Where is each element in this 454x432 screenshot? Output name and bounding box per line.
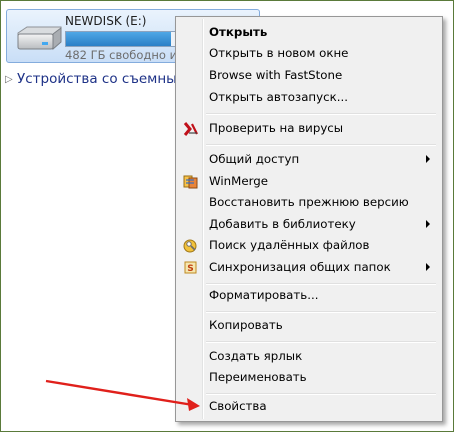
file-recovery-icon xyxy=(183,239,197,253)
drive-name: NEWDISK (E:) xyxy=(65,14,147,28)
menu-item-sharing[interactable]: Общий доступ xyxy=(178,149,438,170)
menu-item-properties[interactable]: Свойства xyxy=(178,396,438,417)
menu-item-label: Поиск удалённых файлов xyxy=(209,238,370,252)
menu-item-label: Добавить в библиотеку xyxy=(209,217,356,231)
submenu-arrow-icon xyxy=(426,263,430,271)
submenu-arrow-icon xyxy=(426,220,430,228)
menu-item-label: Открыть автозапуск... xyxy=(209,90,348,104)
drive-free-space: 482 ГБ свободно из xyxy=(65,48,184,62)
menu-item-rename[interactable]: Переименовать xyxy=(178,367,438,388)
expand-chevron-icon[interactable]: ▷ xyxy=(5,74,13,85)
menu-item-open-new-window[interactable]: Открыть в новом окне xyxy=(178,43,438,64)
menu-item-browse-faststone[interactable]: Browse with FastStone xyxy=(178,65,438,86)
menu-item-create-shortcut[interactable]: Создать ярлык xyxy=(178,346,438,367)
menu-item-label: WinMerge xyxy=(209,174,268,188)
screenshot-frame: NEWDISK (E:) 482 ГБ свободно из ▷ Устрой… xyxy=(0,0,454,432)
menu-item-label: Синхронизация общих папок xyxy=(209,260,391,274)
menu-item-label: Browse with FastStone xyxy=(209,68,343,82)
menu-item-autoplay[interactable]: Открыть автозапуск... xyxy=(178,87,438,108)
menu-item-label: Форматировать... xyxy=(209,288,319,302)
menu-separator xyxy=(206,113,436,115)
menu-item-add-library[interactable]: Добавить в библиотеку xyxy=(178,214,438,235)
menu-item-label: Общий доступ xyxy=(209,152,300,166)
menu-item-restore-previous[interactable]: Восстановить прежнюю версию xyxy=(178,192,438,213)
menu-item-label: Переименовать xyxy=(209,370,307,384)
menu-separator xyxy=(206,311,436,313)
menu-separator xyxy=(206,341,436,343)
menu-item-label: Восстановить прежнюю версию xyxy=(209,195,409,209)
menu-item-label: Свойства xyxy=(209,399,267,413)
menu-item-label: Открыть xyxy=(209,25,268,39)
drive-usage-fill xyxy=(66,32,171,46)
menu-item-copy[interactable]: Копировать xyxy=(178,315,438,336)
menu-separator xyxy=(206,393,436,395)
menu-item-format[interactable]: Форматировать... xyxy=(178,285,438,306)
section-removable-devices[interactable]: ▷ Устройства со съемны xyxy=(5,71,185,91)
menu-item-label: Открыть в новом окне xyxy=(209,46,349,60)
menu-item-label: Копировать xyxy=(209,318,283,332)
menu-item-winmerge[interactable]: WinMerge xyxy=(178,171,438,192)
submenu-arrow-icon xyxy=(426,155,430,163)
menu-item-deleted-file-search[interactable]: Поиск удалённых файлов xyxy=(178,235,438,256)
menu-item-label: Проверить на вирусы xyxy=(209,121,344,135)
hard-drive-icon xyxy=(17,26,62,51)
menu-separator xyxy=(206,144,436,146)
svg-text:S: S xyxy=(187,264,193,274)
section-label: Устройства со съемны xyxy=(17,71,177,87)
menu-item-label: Создать ярлык xyxy=(209,349,303,363)
menu-item-open[interactable]: Открыть xyxy=(178,22,438,43)
kaspersky-icon xyxy=(183,122,198,136)
context-menu: Открыть Открыть в новом окне Browse with… xyxy=(175,16,443,422)
winmerge-icon xyxy=(183,175,198,189)
menu-item-scan-virus[interactable]: Проверить на вирусы xyxy=(178,118,438,139)
menu-item-sync-folders[interactable]: S Синхронизация общих папок xyxy=(178,257,438,278)
sync-folders-icon: S xyxy=(184,261,197,274)
